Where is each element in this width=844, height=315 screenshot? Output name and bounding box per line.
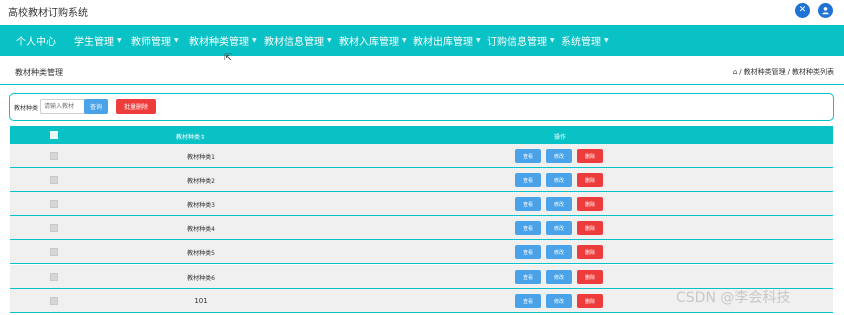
row-checkbox[interactable] [50, 224, 58, 232]
delete-button[interactable]: 删除 [577, 245, 603, 259]
category-name: 101 [194, 297, 208, 305]
search-panel: 教材种类 查询 批量删除 [9, 93, 834, 121]
nav-label: 个人中心 [16, 37, 56, 48]
nav-item-category-mgmt[interactable]: 教材种类管理 ▼ [189, 25, 257, 56]
delete-button[interactable]: 删除 [577, 173, 603, 187]
watermark: CSDN @李会科技 [676, 290, 791, 306]
table-row[interactable]: 教材种类1 查看 修改 删除 [10, 144, 833, 168]
nav-item-info-mgmt[interactable]: 教材信息管理 ▼ [264, 25, 332, 56]
view-button[interactable]: 查看 [515, 270, 541, 284]
view-button[interactable]: 查看 [515, 173, 541, 187]
table-header: 教材种类⇕ 操作 [10, 126, 833, 144]
edit-button[interactable]: 修改 [546, 270, 572, 284]
row-checkbox[interactable] [50, 152, 58, 160]
view-button[interactable]: 查看 [515, 294, 541, 308]
chevron-down-icon: ▼ [550, 37, 555, 44]
nav-label: 教材出库管理 [413, 37, 473, 48]
nav-label: 教材入库管理 [339, 37, 399, 48]
category-name: 教材种类6 [187, 275, 215, 282]
home-icon[interactable]: ⌂ [733, 68, 737, 76]
delete-button[interactable]: 删除 [577, 270, 603, 284]
nav-label: 订购信息管理 [487, 37, 547, 48]
edit-button[interactable]: 修改 [546, 197, 572, 211]
header-name-label: 教材种类 [176, 134, 201, 141]
table-row[interactable]: 教材种类2 查看 修改 删除 [10, 168, 833, 192]
category-name: 教材种类2 [187, 178, 215, 185]
edit-button[interactable]: 修改 [546, 245, 572, 259]
nav-label: 学生管理 [74, 37, 114, 48]
chevron-down-icon: ▼ [476, 37, 481, 44]
nav-item-teacher-mgmt[interactable]: 教师管理 ▼ [131, 25, 179, 56]
edit-button[interactable]: 修改 [546, 294, 572, 308]
chevron-down-icon: ▼ [327, 37, 332, 44]
search-label: 教材种类 [14, 105, 39, 112]
chevron-down-icon: ▼ [402, 37, 407, 44]
section-header: 教材种类管理 ⌂ / 教材种类管理 / 教材种类列表 [0, 60, 844, 85]
view-button[interactable]: 查看 [515, 197, 541, 211]
breadcrumb-level2: 教材种类列表 [792, 68, 834, 76]
delete-button[interactable]: 删除 [577, 197, 603, 211]
nav-item-system-mgmt[interactable]: 系统管理 ▼ [561, 25, 609, 56]
nav-item-order-mgmt[interactable]: 订购信息管理 ▼ [487, 25, 555, 56]
edit-button[interactable]: 修改 [546, 221, 572, 235]
nav-label: 教材信息管理 [264, 37, 324, 48]
select-all-checkbox[interactable] [50, 131, 58, 139]
row-checkbox[interactable] [50, 273, 58, 281]
delete-button[interactable]: 删除 [577, 149, 603, 163]
batch-delete-button[interactable]: 批量删除 [116, 99, 156, 114]
view-button[interactable]: 查看 [515, 245, 541, 259]
category-name: 教材种类3 [187, 202, 215, 209]
wrench-icon[interactable]: ✕ [795, 3, 810, 18]
edit-button[interactable]: 修改 [546, 173, 572, 187]
view-button[interactable]: 查看 [515, 149, 541, 163]
row-checkbox[interactable] [50, 200, 58, 208]
chevron-down-icon: ▼ [174, 37, 179, 44]
user-icon[interactable] [818, 3, 833, 18]
delete-button[interactable]: 删除 [577, 221, 603, 235]
chevron-down-icon: ▼ [604, 37, 609, 44]
edit-button[interactable]: 修改 [546, 149, 572, 163]
nav-label: 教材种类管理 [189, 37, 249, 48]
breadcrumb: ⌂ / 教材种类管理 / 教材种类列表 [733, 67, 834, 77]
nav-label: 系统管理 [561, 37, 601, 48]
category-name: 教材种类5 [187, 250, 215, 257]
page-title: 教材种类管理 [15, 68, 63, 77]
nav-item-personal-center[interactable]: 个人中心 [16, 25, 56, 56]
chevron-down-icon: ▼ [252, 37, 257, 44]
table-row[interactable]: 教材种类3 查看 修改 删除 [10, 192, 833, 216]
header-name[interactable]: 教材种类⇕ [176, 132, 205, 141]
query-button[interactable]: 查询 [84, 99, 108, 114]
table-row[interactable]: 教材种类6 查看 修改 删除 [10, 265, 833, 289]
nav-item-stock-in-mgmt[interactable]: 教材入库管理 ▼ [339, 25, 407, 56]
category-name: 教材种类4 [187, 226, 215, 233]
row-checkbox[interactable] [50, 297, 58, 305]
header-actions: 操作 [554, 134, 567, 141]
table-row[interactable]: 教材种类5 查看 修改 删除 [10, 240, 833, 264]
chevron-down-icon: ▼ [117, 37, 122, 44]
main-nav: 个人中心 学生管理 ▼ 教师管理 ▼ 教材种类管理 ▼ 教材信息管理 ▼ 教材入库管理 ▼… [0, 25, 844, 56]
delete-button[interactable]: 删除 [577, 294, 603, 308]
row-checkbox[interactable] [50, 248, 58, 256]
app-title: 高校教材订购系统 [8, 8, 88, 19]
table-row[interactable]: 教材种类4 查看 修改 删除 [10, 216, 833, 240]
breadcrumb-level1[interactable]: 教材种类管理 [744, 67, 786, 77]
sort-icon: ⇕ [200, 134, 206, 141]
view-button[interactable]: 查看 [515, 221, 541, 235]
nav-item-stock-out-mgmt[interactable]: 教材出库管理 ▼ [413, 25, 481, 56]
nav-item-student-mgmt[interactable]: 学生管理 ▼ [74, 25, 122, 56]
category-name: 教材种类1 [187, 154, 215, 161]
row-checkbox[interactable] [50, 176, 58, 184]
breadcrumb-separator: / [739, 68, 742, 76]
title-bar: 高校教材订购系统 ✕ [0, 0, 844, 22]
nav-label: 教师管理 [131, 37, 171, 48]
search-input[interactable] [40, 99, 88, 114]
breadcrumb-separator: / [787, 68, 790, 76]
